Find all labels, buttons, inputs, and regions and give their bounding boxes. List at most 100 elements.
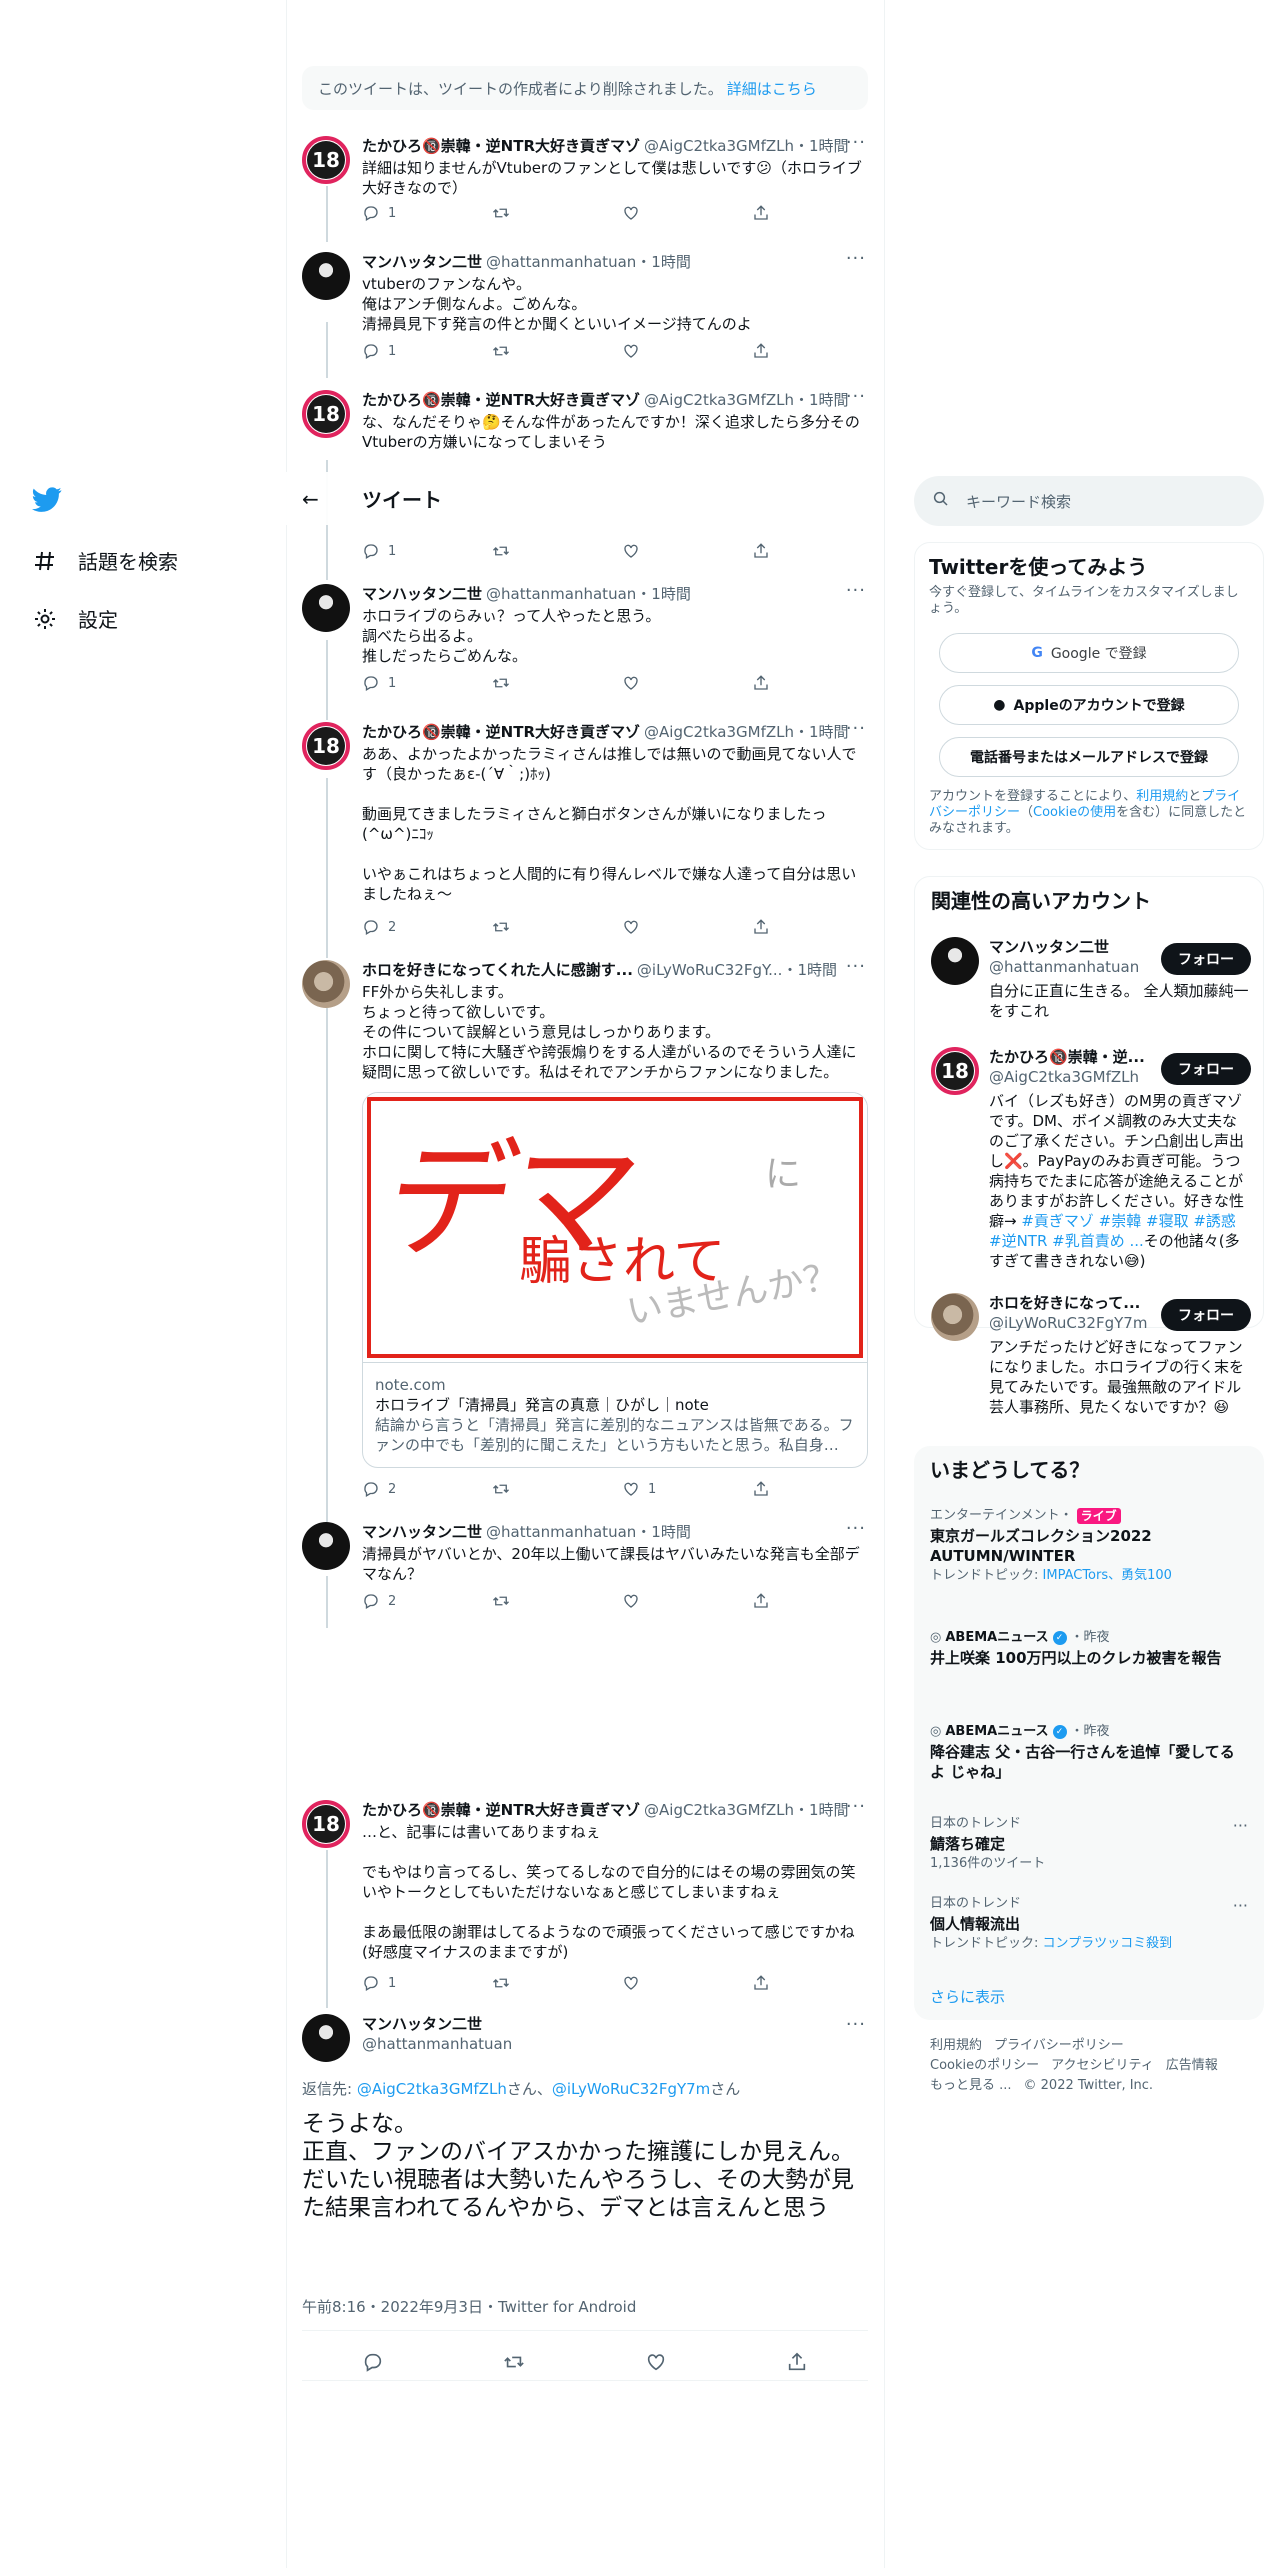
related-user-name[interactable]: ホロを好きになって... — [989, 1293, 1149, 1313]
trend-topic-link[interactable]: IMPACTors、勇気100 — [1043, 1568, 1172, 1583]
footer-more-link[interactable]: もっと見る ... — [930, 2078, 1012, 2093]
footer-link[interactable]: Cookieのポリシー — [930, 2058, 1039, 2073]
trend-item[interactable]: 日本のトレンド ··· 鯖落ち確定 1,136件のツイート — [930, 1816, 1248, 1872]
avatar[interactable] — [302, 2014, 350, 2062]
related-user-name[interactable]: マンハッタン二世 — [989, 937, 1149, 957]
tweet-author-name[interactable]: マンハッタン二世 — [362, 584, 482, 604]
like-button[interactable]: 1 — [622, 1480, 682, 1498]
apple-signup-button[interactable]: ● Appleのアカウントで登録 — [939, 685, 1239, 725]
related-user-name[interactable]: たかひろ🔞崇韓・逆... — [989, 1047, 1149, 1067]
avatar[interactable] — [302, 584, 350, 632]
avatar[interactable] — [302, 252, 350, 300]
like-button[interactable] — [622, 204, 682, 222]
retweet-button[interactable] — [492, 204, 552, 222]
avatar[interactable]: 18 — [302, 136, 350, 184]
like-button[interactable] — [622, 918, 682, 936]
tweet[interactable]: マンハッタン二世 @hattanmanhatuan ・1時間 ··· ホロライブのら… — [302, 580, 868, 704]
nav-explore[interactable]: 話題を検索 — [32, 546, 178, 575]
avatar[interactable] — [931, 1293, 979, 1341]
reply-button[interactable] — [362, 2351, 384, 2377]
avatar[interactable]: 18 — [302, 722, 350, 770]
terms-link[interactable]: 利用規約 — [1136, 789, 1188, 804]
reply-button[interactable]: 1 — [362, 1974, 422, 1992]
trend-item[interactable]: エンターテインメント・ ライブ 東京ガールズコレクション2022 AUTUMN/W… — [930, 1508, 1248, 1584]
tweet-time[interactable]: ・1時間 — [794, 390, 849, 410]
footer-link[interactable]: 利用規約 — [930, 2038, 982, 2053]
follow-button[interactable]: フォロー — [1161, 943, 1251, 975]
footer-link[interactable]: 広告情報 — [1166, 2058, 1218, 2073]
trend-topic-link[interactable]: コンプラツッコミ殺到 — [1043, 1936, 1173, 1951]
more-icon[interactable]: ··· — [1233, 1896, 1248, 1915]
tweet-author-handle[interactable]: @hattanmanhatuan — [486, 584, 636, 604]
reply-button[interactable]: 1 — [362, 674, 422, 692]
share-button[interactable] — [786, 2351, 808, 2377]
share-button[interactable] — [752, 1974, 812, 1992]
reply-button[interactable]: 1 — [362, 542, 422, 560]
more-icon[interactable]: ··· — [1233, 1816, 1248, 1835]
share-button[interactable] — [752, 204, 812, 222]
tweet[interactable]: 18 たかひろ🔞崇韓・逆NTR大好き貢ぎマゾ @AigC2tka3GMfZLh ・1… — [302, 1796, 868, 2000]
tweet-author-handle[interactable]: @AigC2tka3GMfZLh — [644, 390, 794, 410]
more-icon[interactable]: ··· — [846, 718, 866, 739]
like-button[interactable] — [622, 1592, 682, 1610]
avatar[interactable] — [931, 937, 979, 985]
reply-button[interactable]: 2 — [362, 1592, 422, 1610]
more-icon[interactable]: ··· — [846, 580, 866, 601]
tweet-time[interactable]: ・1時間 — [782, 960, 837, 980]
avatar[interactable]: 18 — [302, 390, 350, 438]
tweet[interactable]: マンハッタン二世 @hattanmanhatuan ・1時間 ··· vtuberの… — [302, 248, 868, 372]
avatar[interactable] — [302, 1522, 350, 1570]
tweet-time[interactable]: ・1時間 — [636, 584, 691, 604]
share-button[interactable] — [752, 542, 812, 560]
tweet-author-name[interactable]: たかひろ🔞崇韓・逆NTR大好き貢ぎマゾ — [362, 722, 640, 742]
link-card[interactable]: デマ に 騙されて いませんか？ note.com ホロライブ「清掃員」発言の真… — [362, 1092, 868, 1468]
retweet-button[interactable] — [492, 1480, 552, 1498]
retweet-button[interactable] — [492, 674, 552, 692]
retweet-button[interactable] — [492, 342, 552, 360]
reply-button[interactable]: 1 — [362, 204, 422, 222]
tweet-time[interactable]: ・1時間 — [794, 722, 849, 742]
focused-author-name[interactable]: マンハッタン二世 — [362, 2014, 868, 2034]
retweet-button[interactable] — [492, 918, 552, 936]
like-button[interactable] — [622, 674, 682, 692]
nav-settings[interactable]: 設定 — [32, 604, 118, 633]
retweet-button[interactable] — [492, 1974, 552, 1992]
avatar[interactable] — [302, 960, 350, 1008]
more-icon[interactable]: ··· — [846, 956, 866, 977]
like-button[interactable] — [622, 1974, 682, 1992]
search-box[interactable]: キーワード検索 — [914, 476, 1264, 526]
like-button[interactable] — [645, 2351, 667, 2377]
share-button[interactable] — [752, 1480, 812, 1498]
search-input[interactable]: キーワード検索 — [966, 491, 1071, 512]
share-button[interactable] — [752, 1592, 812, 1610]
avatar[interactable]: 18 — [302, 1800, 350, 1848]
share-button[interactable] — [752, 674, 812, 692]
show-more-link[interactable]: さらに表示 — [930, 1986, 1005, 2007]
follow-button[interactable]: フォロー — [1161, 1053, 1251, 1085]
reply-button[interactable]: 1 — [362, 342, 422, 360]
more-icon[interactable]: ··· — [846, 2014, 866, 2035]
retweet-button[interactable] — [503, 2351, 525, 2377]
more-icon[interactable]: ··· — [846, 1518, 866, 1539]
footer-link[interactable]: プライバシーポリシー — [994, 2038, 1124, 2053]
more-icon[interactable]: ··· — [846, 1796, 866, 1817]
tweet-author-name[interactable]: マンハッタン二世 — [362, 252, 482, 272]
like-button[interactable] — [622, 542, 682, 560]
footer-link[interactable]: アクセシビリティ — [1051, 2058, 1154, 2073]
trend-item[interactable]: ◎ ABEMAニュース ✓ ・昨夜 井上咲楽 100万円以上のクレカ被害を報告 — [930, 1630, 1248, 1668]
tweet-author-name[interactable]: たかひろ🔞崇韓・逆NTR大好き貢ぎマゾ — [362, 136, 640, 156]
tweet-author-handle[interactable]: @AigC2tka3GMfZLh — [644, 136, 794, 156]
avatar[interactable]: 18 — [931, 1047, 979, 1095]
tweet[interactable]: 18 たかひろ🔞崇韓・逆NTR大好き貢ぎマゾ @AigC2tka3GMfZLh ・1… — [302, 132, 868, 236]
tweet-time[interactable]: ・1時間 — [636, 1522, 691, 1542]
share-button[interactable] — [752, 918, 812, 936]
more-icon[interactable]: ··· — [846, 132, 866, 153]
tweet-author-name[interactable]: たかひろ🔞崇韓・逆NTR大好き貢ぎマゾ — [362, 1800, 640, 1820]
tweet-author-name[interactable]: ホロを好きになってくれた人に感謝す... — [362, 960, 633, 980]
back-arrow-icon[interactable]: ← — [302, 487, 336, 511]
learn-more-link[interactable]: 詳細はこちら — [727, 78, 817, 99]
twitter-logo-icon[interactable] — [32, 484, 62, 514]
retweet-button[interactable] — [492, 542, 552, 560]
phone-signup-button[interactable]: 電話番号またはメールアドレスで登録 — [939, 737, 1239, 777]
tweet-author-handle[interactable]: @iLyWoRuC32FgY... — [637, 960, 783, 980]
